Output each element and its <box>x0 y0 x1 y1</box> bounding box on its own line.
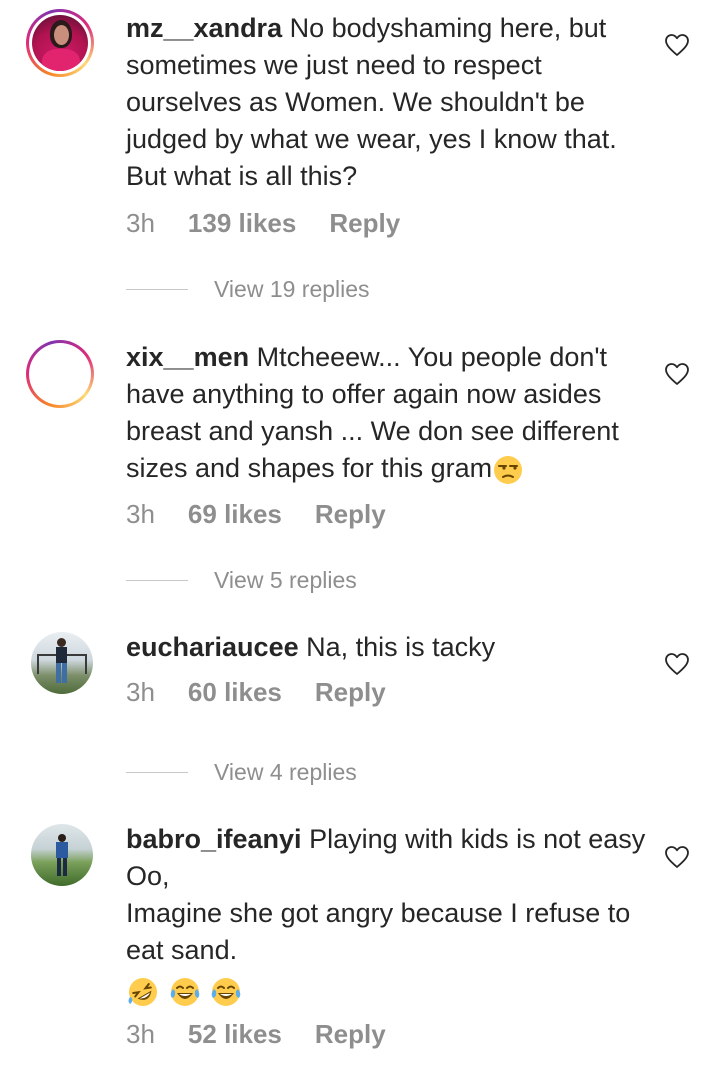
face-with-tears-of-joy-emoji <box>170 977 199 1006</box>
reply-button[interactable]: Reply <box>329 208 400 239</box>
comment-body: Na, this is tacky <box>306 632 496 662</box>
reply-button[interactable]: Reply <box>315 1019 386 1050</box>
comment-likes[interactable]: 139 likes <box>188 208 296 239</box>
comment-meta: 3h 69 likes Reply <box>126 499 419 530</box>
avatar[interactable] <box>31 824 93 886</box>
reply-button[interactable]: Reply <box>315 677 386 708</box>
rolling-on-floor-laughing-emoji <box>128 977 157 1006</box>
divider-line <box>126 289 188 290</box>
emoji-row <box>126 969 656 1009</box>
heart-outline-icon[interactable] <box>664 362 690 386</box>
heart-outline-icon[interactable] <box>664 845 690 869</box>
view-replies-button[interactable]: View 5 replies <box>126 567 357 594</box>
view-replies-label[interactable]: View 4 replies <box>214 759 357 786</box>
comment-meta: 3h 139 likes Reply <box>126 208 433 239</box>
divider-line <box>126 580 188 581</box>
comment-text: euchariaucee Na, this is tacky <box>126 629 656 666</box>
view-replies-label[interactable]: View 19 replies <box>214 276 370 303</box>
reply-button[interactable]: Reply <box>315 499 386 530</box>
comment-likes[interactable]: 60 likes <box>188 677 282 708</box>
face-with-tears-of-joy-emoji <box>211 977 241 1006</box>
comment-text: babro_ifeanyi Playing with kids is not e… <box>126 821 656 1009</box>
comment-username[interactable]: mz__xandra <box>126 13 282 43</box>
comment-username[interactable]: euchariaucee <box>126 632 299 662</box>
view-replies-button[interactable]: View 4 replies <box>126 759 357 786</box>
comment-time: 3h <box>126 499 155 529</box>
comment-time: 3h <box>126 1019 155 1049</box>
heart-outline-icon[interactable] <box>664 652 690 676</box>
view-replies-label[interactable]: View 5 replies <box>214 567 357 594</box>
view-replies-button[interactable]: View 19 replies <box>126 276 370 303</box>
comment-time: 3h <box>126 677 155 707</box>
heart-outline-icon[interactable] <box>664 33 690 57</box>
divider-line <box>126 772 188 773</box>
comment-username[interactable]: xix__men <box>126 342 249 372</box>
avatar[interactable] <box>26 9 94 77</box>
comment-body-line-2: Imagine she got angry because I refuse t… <box>126 898 631 965</box>
comment-text: xix__men Mtcheeew... You people don't ha… <box>126 339 656 487</box>
comment-username[interactable]: babro_ifeanyi <box>126 824 302 854</box>
comment-likes[interactable]: 52 likes <box>188 1019 282 1050</box>
unamused-face-emoji <box>494 455 523 484</box>
comment-text: mz__xandra No bodyshaming here, but some… <box>126 10 656 195</box>
comment-likes[interactable]: 69 likes <box>188 499 282 530</box>
avatar[interactable] <box>31 632 93 694</box>
comment-meta: 3h 52 likes Reply <box>126 1019 419 1050</box>
avatar[interactable] <box>26 340 94 408</box>
comment-time: 3h <box>126 208 155 238</box>
comment-meta: 3h 60 likes Reply <box>126 677 419 708</box>
